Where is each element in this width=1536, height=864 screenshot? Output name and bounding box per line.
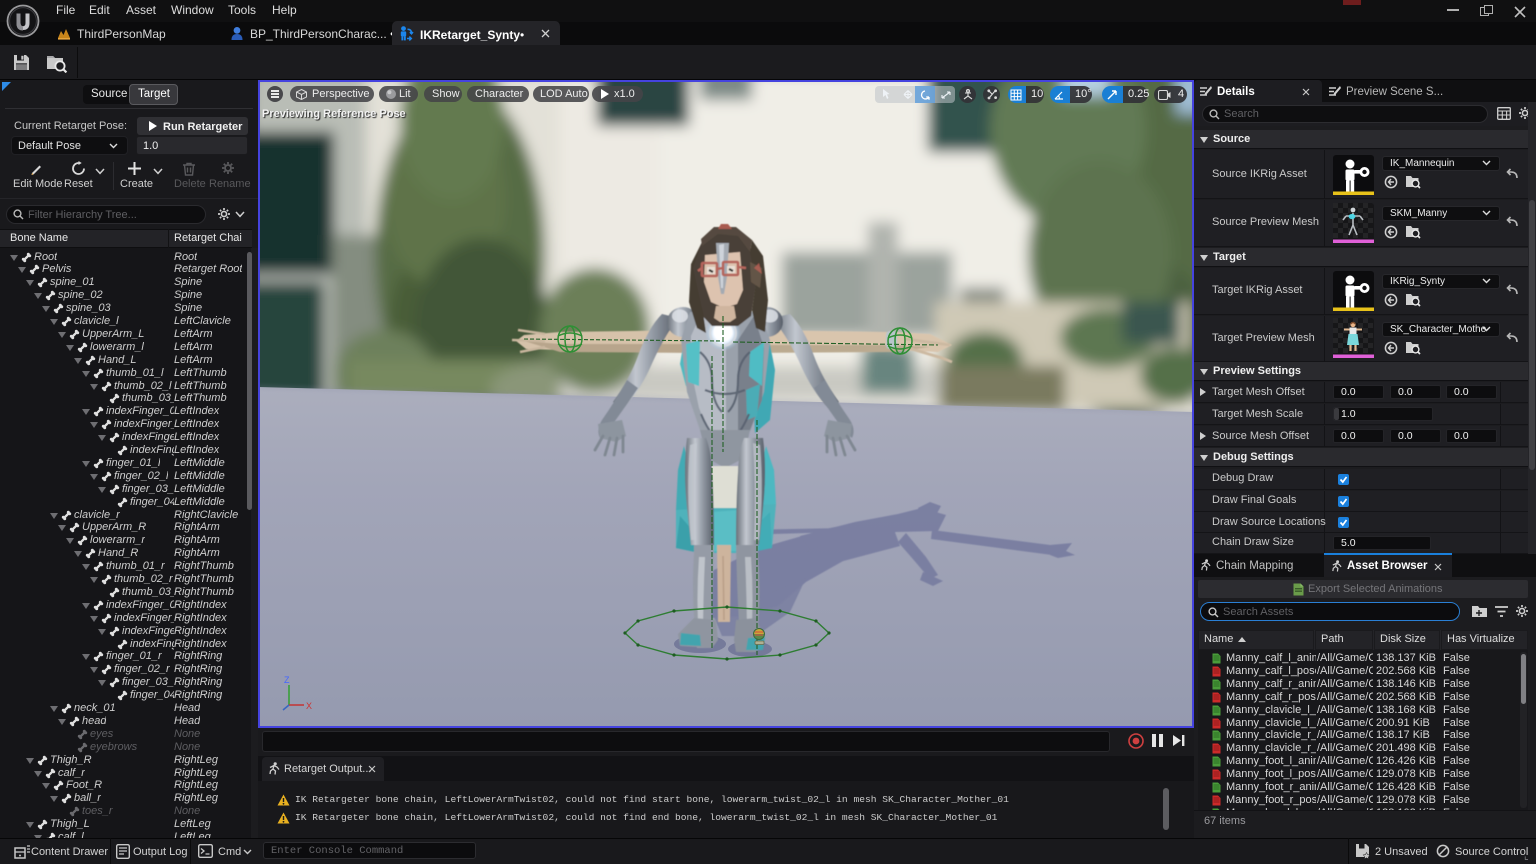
svg-text:X: X [306, 701, 312, 711]
svg-text:Z: Z [284, 675, 290, 685]
